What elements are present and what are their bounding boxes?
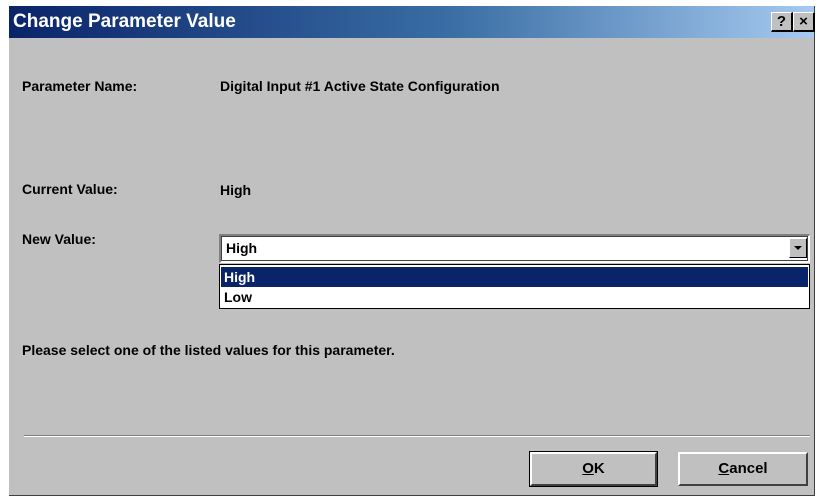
- question-mark-icon: ?: [776, 13, 787, 30]
- help-button[interactable]: ?: [771, 12, 793, 32]
- ok-mnemonic: O: [582, 460, 594, 477]
- option-high[interactable]: High: [221, 267, 808, 287]
- cancel-button[interactable]: Cancel: [678, 452, 808, 486]
- new-value-options-list: High Low: [219, 264, 810, 309]
- chevron-down-icon: [794, 246, 802, 250]
- cancel-mnemonic: C: [718, 460, 730, 477]
- new-value-selected-text: High: [226, 240, 258, 256]
- parameter-name-value: Digital Input #1 Active State Configurat…: [220, 78, 500, 94]
- ok-button[interactable]: OK: [529, 451, 658, 487]
- current-value-text: High: [220, 182, 252, 198]
- ok-label-rest: K: [593, 460, 605, 477]
- current-value-label: Current Value:: [22, 181, 118, 197]
- dialog-title: Change Parameter Value: [13, 11, 236, 32]
- new-value-label: New Value:: [22, 231, 96, 247]
- change-parameter-dialog: Change Parameter Value ? × Parameter Nam…: [9, 6, 815, 496]
- cancel-label-rest: ancel: [729, 460, 768, 477]
- button-separator: [24, 435, 810, 437]
- instructions-text: Please select one of the listed values f…: [22, 342, 395, 358]
- new-value-combobox[interactable]: High: [219, 234, 810, 263]
- option-low[interactable]: Low: [221, 287, 808, 307]
- close-button[interactable]: ×: [793, 12, 815, 32]
- parameter-name-label: Parameter Name:: [22, 78, 138, 94]
- title-bar[interactable]: Change Parameter Value ? ×: [9, 6, 815, 38]
- close-icon: ×: [799, 13, 808, 30]
- dropdown-arrow-button[interactable]: [789, 238, 807, 258]
